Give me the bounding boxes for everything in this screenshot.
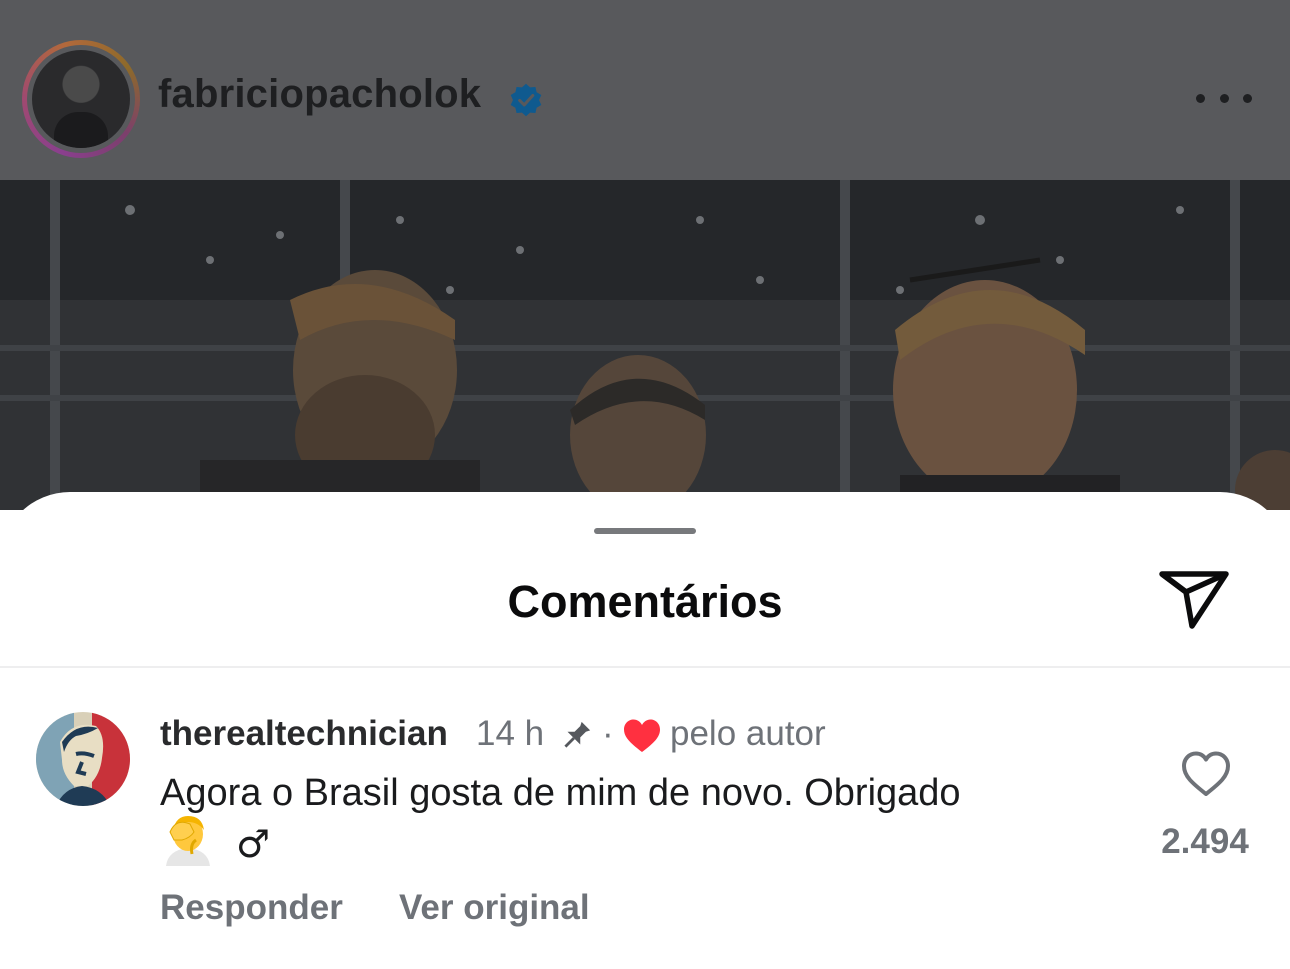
liked-by-author-label: pelo autor bbox=[670, 714, 826, 753]
facepalm-emoji bbox=[166, 816, 210, 866]
comment-time: 14 h bbox=[476, 714, 545, 753]
more-horizontal-icon bbox=[1196, 93, 1205, 103]
post-photo bbox=[0, 180, 1290, 510]
pin-icon bbox=[564, 721, 591, 748]
sheet-divider bbox=[0, 666, 1290, 668]
commenter-avatar[interactable] bbox=[36, 712, 130, 806]
paper-plane-icon[interactable] bbox=[1158, 568, 1230, 630]
screen: fabriciopacholok Comentários therealtech… bbox=[0, 0, 1290, 969]
see-original-button[interactable]: Ver original bbox=[399, 888, 590, 928]
post-author-avatar[interactable] bbox=[22, 40, 140, 158]
sheet-title: Comentários bbox=[507, 576, 783, 627]
male-sign: ♂ bbox=[236, 822, 271, 866]
post-header: fabriciopacholok bbox=[0, 0, 1290, 180]
heart-outline-icon[interactable] bbox=[1180, 750, 1232, 798]
heart-filled-icon bbox=[624, 719, 660, 752]
like-count: 2.494 bbox=[1161, 822, 1249, 861]
reply-button[interactable]: Responder bbox=[160, 888, 343, 928]
more-options-button[interactable] bbox=[1196, 80, 1252, 116]
post-author-username[interactable]: fabriciopacholok bbox=[158, 72, 481, 117]
comment-text: Agora o Brasil gosta de mim de novo. Obr… bbox=[160, 772, 961, 814]
comments-sheet: Comentários therealtechnician 14 h · pel… bbox=[0, 492, 1290, 969]
post-photo-image bbox=[0, 180, 1290, 510]
sheet-grabber[interactable] bbox=[594, 528, 696, 534]
verified-badge-icon bbox=[510, 83, 542, 117]
commenter-username[interactable]: therealtechnician bbox=[160, 714, 448, 754]
meta-separator: · bbox=[602, 714, 614, 753]
